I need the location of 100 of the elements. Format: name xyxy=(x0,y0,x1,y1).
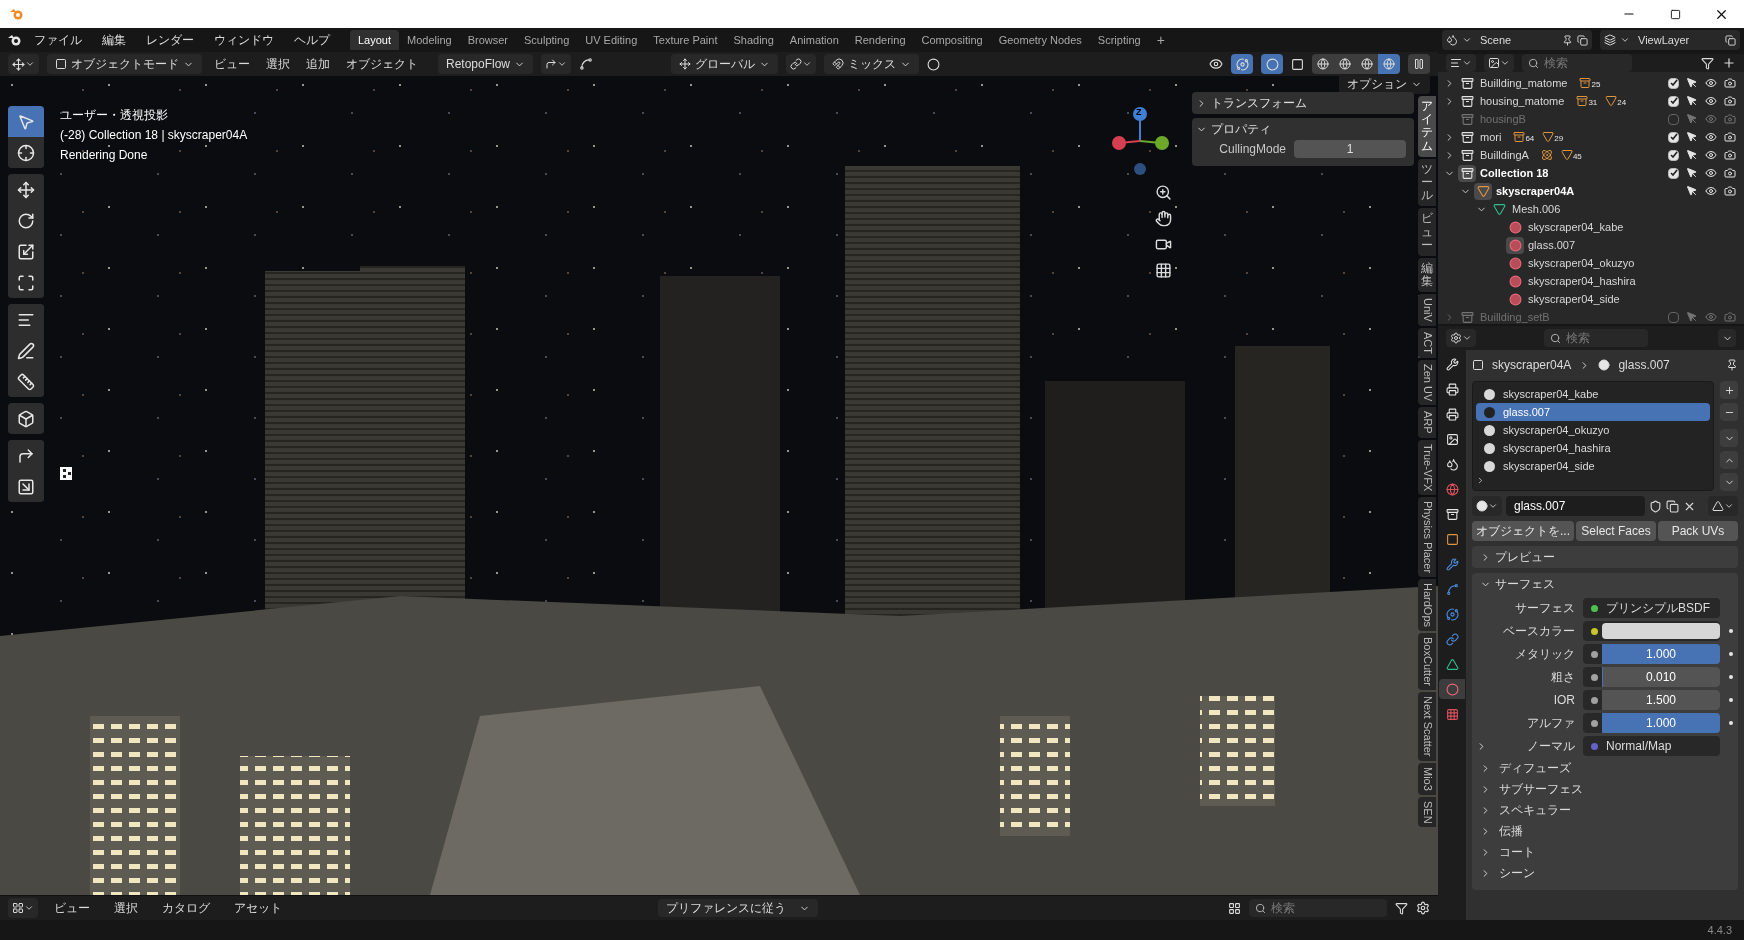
menu-item[interactable]: レンダー xyxy=(138,31,202,49)
pin-icon[interactable] xyxy=(1726,359,1738,371)
zoom-icon[interactable] xyxy=(1155,184,1172,201)
include-checkbox[interactable] xyxy=(1668,131,1679,143)
expand-icon[interactable] xyxy=(1476,475,1485,485)
import-method-dropdown[interactable]: プリファレンスに従う xyxy=(658,899,818,917)
outliner-row[interactable]: skyscraper04A xyxy=(1438,182,1744,200)
pivot-button[interactable] xyxy=(786,54,817,74)
menu-item[interactable]: 選択 xyxy=(262,55,294,73)
menu-item[interactable]: ビュー xyxy=(46,899,98,917)
xray-icon[interactable] xyxy=(1291,57,1304,71)
menu-item[interactable]: アセット xyxy=(226,899,290,917)
select-icon[interactable] xyxy=(1686,95,1698,107)
number-field[interactable]: 1 xyxy=(1294,140,1406,158)
eye-icon[interactable] xyxy=(1705,131,1717,143)
sidebar-tab[interactable]: Zen UV xyxy=(1418,360,1436,406)
snap-base-button[interactable] xyxy=(541,54,572,74)
wave-icon[interactable] xyxy=(579,57,594,71)
view-layer-selector[interactable]: ViewLayer xyxy=(1600,30,1740,50)
eye-icon[interactable] xyxy=(1705,149,1717,161)
sidebar-tab[interactable]: ACT xyxy=(1418,328,1436,359)
include-checkbox[interactable] xyxy=(1668,149,1679,161)
camera-icon[interactable] xyxy=(1724,185,1736,197)
shading-button[interactable] xyxy=(1356,54,1378,74)
display-mode-button[interactable] xyxy=(1446,54,1476,72)
camera-icon[interactable] xyxy=(1724,167,1736,179)
workspace-tab[interactable]: Scripting xyxy=(1089,30,1149,50)
editor-type-button[interactable] xyxy=(8,898,38,918)
color-swatch[interactable] xyxy=(1602,623,1720,639)
remove-slot-button[interactable] xyxy=(1720,403,1738,421)
include-checkbox[interactable] xyxy=(1668,77,1679,89)
menu-item[interactable]: カタログ xyxy=(154,899,218,917)
menu-item[interactable]: ウィンドウ xyxy=(206,31,282,49)
select-icon[interactable] xyxy=(1686,77,1698,89)
workspace-tab[interactable]: Browser xyxy=(459,30,516,50)
outliner-row[interactable]: skyscraper04_okuzyo xyxy=(1438,254,1744,272)
outliner-row[interactable]: mori 64 29 xyxy=(1438,128,1744,146)
proportional-icon[interactable] xyxy=(927,57,941,71)
hand-icon[interactable] xyxy=(1155,210,1172,227)
eye-icon[interactable] xyxy=(1705,167,1717,179)
eye-icon[interactable] xyxy=(1705,77,1717,89)
subpanel-header[interactable]: サブサーフェス xyxy=(1472,780,1738,798)
panel-header[interactable]: サーフェス xyxy=(1472,573,1738,595)
outliner-row[interactable]: BuilldingA 45 xyxy=(1438,146,1744,164)
material-slot[interactable]: skyscraper04_side xyxy=(1476,457,1710,475)
grid-icon[interactable] xyxy=(1155,262,1172,279)
sidebar-tab[interactable]: ARP xyxy=(1418,407,1436,438)
outliner-row[interactable]: Buillding_matome 25 xyxy=(1438,74,1744,92)
material-slot[interactable]: skyscraper04_okuzyo xyxy=(1476,421,1710,439)
filter-icon[interactable] xyxy=(1701,56,1714,70)
workspace-tab[interactable]: Shading xyxy=(725,30,782,50)
addon-dropdown[interactable]: RetopoFlow xyxy=(438,54,534,74)
filter-mode-button[interactable] xyxy=(1484,54,1514,72)
material-slot[interactable]: skyscraper04_hashira xyxy=(1476,439,1710,457)
pause-button[interactable] xyxy=(1408,54,1430,74)
move-down-button[interactable] xyxy=(1720,473,1738,491)
operator-button[interactable]: Select Faces xyxy=(1576,521,1656,541)
mode-dropdown[interactable]: オブジェクトモード xyxy=(47,54,202,74)
shading-button[interactable] xyxy=(1378,54,1400,74)
editor-type-button[interactable] xyxy=(8,54,39,74)
select-icon[interactable] xyxy=(1686,167,1698,179)
overlay-toggle[interactable] xyxy=(1261,54,1283,74)
sidebar-tab[interactable]: Next Scatter xyxy=(1418,692,1436,761)
operator-button[interactable]: オブジェクトを... xyxy=(1472,521,1574,541)
visibility-icon[interactable] xyxy=(1209,57,1223,71)
settings-icon[interactable] xyxy=(1416,901,1430,915)
sidebar-tab[interactable]: BoxCutter xyxy=(1418,633,1436,691)
slot-menu-button[interactable] xyxy=(1720,429,1738,447)
select-icon[interactable] xyxy=(1686,149,1698,161)
orientation-dropdown[interactable]: グローバル xyxy=(671,54,779,74)
sidebar-tab[interactable]: ビュー xyxy=(1418,208,1436,256)
sidebar-tab[interactable]: アイテム xyxy=(1418,96,1436,157)
menu-item[interactable]: ファイル xyxy=(26,31,90,49)
search-field[interactable]: 検索 xyxy=(1522,54,1632,72)
include-checkbox[interactable] xyxy=(1668,95,1679,107)
select-icon[interactable] xyxy=(1686,185,1698,197)
panel-header[interactable]: トランスフォーム xyxy=(1192,92,1414,114)
search-field[interactable]: 検索 xyxy=(1249,899,1387,917)
workspace-tab[interactable]: Animation xyxy=(781,30,847,50)
camera-icon[interactable] xyxy=(1724,149,1736,161)
add-workspace-button[interactable]: + xyxy=(1148,29,1173,51)
menu-item[interactable]: ビュー xyxy=(210,55,254,73)
app-logo[interactable] xyxy=(8,34,22,46)
sidebar-tab[interactable]: HardOps xyxy=(1418,579,1436,632)
menu-item[interactable]: 編集 xyxy=(94,31,134,49)
subpanel-header[interactable]: シーン xyxy=(1472,864,1738,882)
value-slider[interactable]: 1.000 xyxy=(1602,713,1720,733)
filter-icon[interactable] xyxy=(1395,901,1408,915)
fake-user-icon[interactable] xyxy=(1649,499,1662,513)
sidebar-tab[interactable]: UniV xyxy=(1418,294,1436,327)
eye-icon[interactable] xyxy=(1705,95,1717,107)
operator-button[interactable]: Pack UVs xyxy=(1658,521,1738,541)
workspace-tab[interactable]: Sculpting xyxy=(516,30,578,50)
eye-icon[interactable] xyxy=(1705,185,1717,197)
number-field[interactable]: 1.500 xyxy=(1602,690,1720,710)
material-name-field[interactable]: glass.007 xyxy=(1506,496,1645,516)
panel-header[interactable]: プレビュー xyxy=(1472,546,1738,568)
sidebar-tab[interactable]: ツール xyxy=(1418,158,1436,207)
material-slot[interactable]: glass.007 xyxy=(1476,403,1710,421)
duplicate-icon[interactable] xyxy=(1666,499,1679,513)
